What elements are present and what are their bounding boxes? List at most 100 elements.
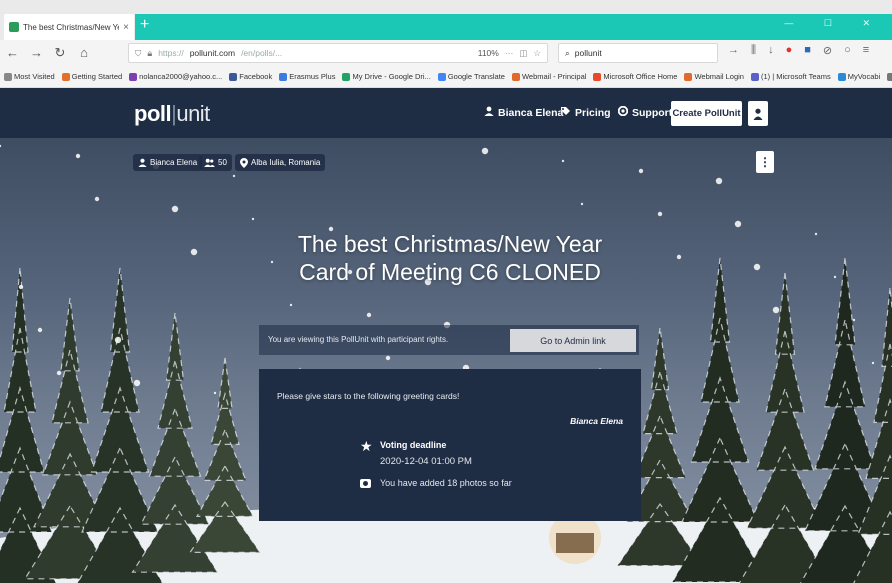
- snowflake: [75, 153, 81, 159]
- bookmark-item[interactable]: Erasmus Plus: [279, 72, 335, 81]
- camera-icon: [360, 479, 371, 488]
- bookmark-item[interactable]: MyVocabi: [837, 72, 881, 81]
- back-arrow-icon[interactable]: ←: [6, 45, 19, 61]
- snowflake: [580, 202, 584, 206]
- map-marker-icon: [240, 157, 248, 168]
- owner-chip[interactable]: Bianca Elena: [133, 154, 203, 171]
- bookmark-favicon-icon: [837, 72, 846, 81]
- snowflake: [232, 174, 236, 178]
- snowflake: [657, 211, 663, 217]
- bookmark-label: Google Translate: [447, 72, 505, 81]
- bookmark-favicon-icon: [593, 72, 602, 81]
- bookmark-item[interactable]: Most Visited: [4, 72, 55, 81]
- sync-icon[interactable]: ⊘: [823, 44, 832, 57]
- bookmark-favicon-icon: [750, 72, 759, 81]
- create-pollunit-button[interactable]: Create PollUnit: [671, 101, 742, 126]
- cabin: [556, 533, 594, 553]
- nav-support[interactable]: Support: [617, 105, 673, 119]
- bookmark-item[interactable]: Facebook: [229, 72, 272, 81]
- home-icon[interactable]: ⌂: [78, 45, 90, 61]
- browser-tab-bar: The best Christmas/New Yea × + — ☐ ✕: [0, 0, 892, 40]
- snowflake: [561, 159, 565, 163]
- bookmark-favicon-icon: [279, 72, 288, 81]
- participants-chip[interactable]: 50: [199, 154, 232, 171]
- poll-title-line1: The best Christmas/New Year: [297, 231, 603, 257]
- more-options-button[interactable]: ⋮: [756, 151, 774, 173]
- snowflake: [385, 355, 391, 361]
- bookmark-label: MyVocabi: [847, 72, 881, 81]
- user-menu-button[interactable]: [748, 101, 768, 126]
- url-scheme: https://: [158, 48, 184, 58]
- bookmark-item[interactable]: Google Translate: [437, 72, 505, 81]
- location-chip[interactable]: Alba Iulia, Romania: [235, 154, 326, 171]
- tab-close-icon[interactable]: ×: [123, 22, 129, 33]
- extension-icon[interactable]: ●: [786, 44, 793, 57]
- snowflake: [852, 318, 856, 322]
- snowflake: [772, 306, 780, 314]
- account-icon[interactable]: ○: [844, 44, 851, 57]
- users-icon: [204, 158, 215, 167]
- browser-tab-active[interactable]: The best Christmas/New Yea ×: [4, 14, 134, 40]
- library-icon[interactable]: ⫼: [751, 44, 756, 57]
- nav-user[interactable]: Bianca Elena: [484, 106, 563, 119]
- url-bar[interactable]: ⛉ 🔒︎ https:// pollunit.com /en/polls/...…: [128, 43, 548, 63]
- bookmark-item[interactable]: Getting Started: [61, 72, 122, 81]
- bookmark-label: Erasmus Plus: [289, 72, 336, 81]
- go-to-admin-link-button[interactable]: Go to Admin link: [510, 329, 636, 352]
- bookmark-item[interactable]: nolanca2000@yahoo.c...: [129, 72, 222, 81]
- lock-icon[interactable]: 🔒︎: [147, 48, 152, 59]
- nav-support-label: Support: [632, 106, 673, 119]
- bookmark-favicon-icon: [684, 72, 693, 81]
- page-actions-icon[interactable]: ···: [505, 48, 514, 58]
- star-icon: ★: [360, 438, 373, 454]
- bookmark-favicon-icon: [887, 72, 892, 81]
- snowflake: [37, 327, 43, 333]
- tab-favicon-icon: [9, 22, 19, 32]
- participant-rights-text: You are viewing this PollUnit with parti…: [268, 335, 449, 344]
- facebook-container-icon[interactable]: ■: [804, 44, 811, 57]
- logo-light: unit: [176, 101, 210, 126]
- downloads-icon[interactable]: ↓: [768, 44, 774, 57]
- pollunit-logo[interactable]: poll|unit: [134, 101, 210, 127]
- poll-title-line2: Card of Meeting C6 CLONED: [299, 259, 601, 285]
- snowflake: [190, 248, 198, 256]
- poll-author: Bianca Elena: [570, 416, 623, 426]
- kebab-menu-icon: ⋮: [759, 155, 771, 169]
- shield-icon[interactable]: ⛉: [135, 48, 141, 59]
- pocket-icon[interactable]: ◫: [519, 48, 527, 59]
- nav-pricing[interactable]: Pricing: [560, 106, 611, 119]
- bookmark-item[interactable]: Open me: [887, 72, 892, 81]
- owner-chip-label: Bianca Elena: [150, 158, 198, 167]
- bookmark-item[interactable]: Webmail Login: [684, 72, 744, 81]
- snowflake: [734, 220, 742, 228]
- poll-title: The best Christmas/New Year Card of Meet…: [250, 230, 650, 286]
- browser-search-bar[interactable]: ⌕ pollunit: [558, 43, 718, 63]
- snowflake: [481, 147, 489, 155]
- new-tab-button[interactable]: +: [140, 16, 149, 34]
- forward-arrow-icon[interactable]: →: [30, 45, 43, 61]
- bookmark-favicon-icon: [229, 72, 238, 81]
- snowflake: [213, 391, 217, 395]
- user-icon: [484, 106, 494, 119]
- location-label: Alba Iulia, Romania: [251, 158, 321, 167]
- bookmark-item[interactable]: My Drive - Google Dri...: [342, 72, 431, 81]
- hero-section: Bianca Elena 50 Alba Iulia, Romania ⋮ Th…: [0, 138, 892, 583]
- url-path: /en/polls/...: [241, 48, 283, 58]
- reload-icon[interactable]: ↻: [54, 45, 66, 61]
- bookmark-star-icon[interactable]: ☆: [533, 48, 541, 59]
- menu-icon[interactable]: ≡: [863, 44, 869, 57]
- bookmark-label: nolanca2000@yahoo.c...: [139, 72, 223, 81]
- window-controls[interactable]: — ☐ ✕: [784, 18, 884, 29]
- snowflake: [676, 254, 682, 260]
- search-input[interactable]: pollunit: [575, 48, 602, 58]
- tab-bar-accent: [135, 14, 892, 40]
- bookmark-item[interactable]: (1) | Microsoft Teams: [750, 72, 831, 81]
- browser-toolbar-icons: → ⫼ ↓ ● ■ ⊘ ○ ≡: [728, 44, 869, 57]
- zoom-level[interactable]: 110%: [478, 48, 499, 58]
- url-domain: pollunit.com: [189, 48, 236, 58]
- search-go-icon[interactable]: →: [728, 44, 739, 57]
- snowflake: [133, 379, 141, 387]
- bookmark-item[interactable]: Webmail - Principal: [511, 72, 586, 81]
- bookmark-item[interactable]: Microsoft Office Home: [593, 72, 677, 81]
- snowflake: [814, 232, 818, 236]
